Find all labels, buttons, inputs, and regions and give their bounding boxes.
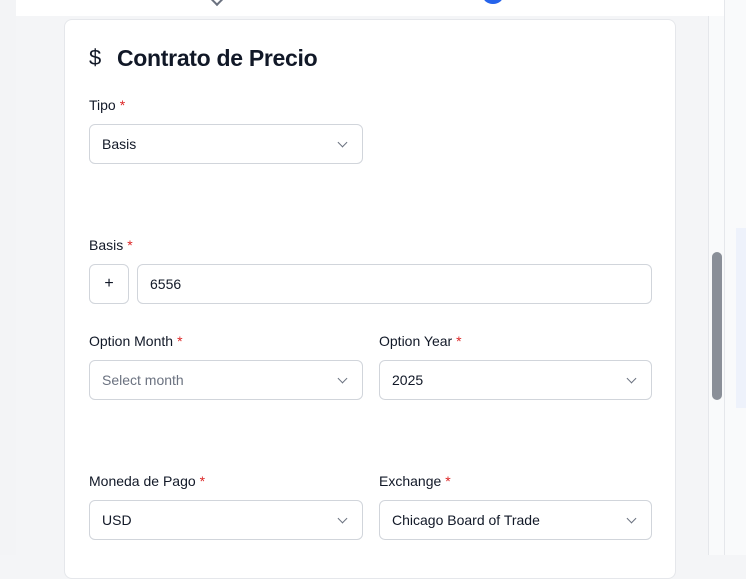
chevron-down-icon [337, 513, 348, 524]
scrollbar-thumb[interactable] [712, 252, 722, 400]
chevron-icon [209, 0, 225, 7]
card-header: $ Contrato de Precio [89, 42, 318, 74]
top-header-strip [16, 0, 724, 17]
exchange-select[interactable]: Chicago Board of Trade [379, 500, 652, 540]
required-marker: * [199, 473, 206, 489]
option-month-select[interactable]: Select month [89, 360, 363, 400]
basis-sign-button[interactable]: + [89, 264, 129, 304]
dollar-icon: $ [89, 45, 102, 70]
card-title: Contrato de Precio [117, 44, 318, 71]
status-dot-icon[interactable] [482, 0, 504, 4]
chevron-down-icon [337, 137, 348, 148]
required-marker: * [445, 473, 451, 489]
moneda-pago-label: Moneda de Pago * [89, 473, 206, 489]
tipo-select[interactable]: Basis [89, 124, 363, 164]
contrato-precio-card: $ Contrato de Precio Tipo * Basis Basis * … [64, 19, 676, 579]
option-year-label: Option Year * [379, 333, 462, 349]
option-year-select[interactable]: 2025 [379, 360, 652, 400]
chevron-down-icon [337, 373, 348, 384]
moneda-pago-select[interactable]: USD [89, 500, 363, 540]
required-marker: * [127, 237, 133, 253]
exchange-label: Exchange * [379, 473, 451, 489]
required-marker: * [456, 333, 462, 349]
left-gutter [0, 0, 17, 555]
tipo-label: Tipo * [89, 97, 126, 113]
basis-input[interactable] [137, 264, 652, 304]
required-marker: * [119, 97, 126, 113]
right-side-highlight [736, 228, 746, 408]
required-marker: * [177, 333, 183, 349]
chevron-down-icon [626, 373, 637, 384]
chevron-down-icon [626, 513, 637, 524]
option-month-label: Option Month * [89, 333, 183, 349]
basis-label: Basis * [89, 237, 133, 253]
